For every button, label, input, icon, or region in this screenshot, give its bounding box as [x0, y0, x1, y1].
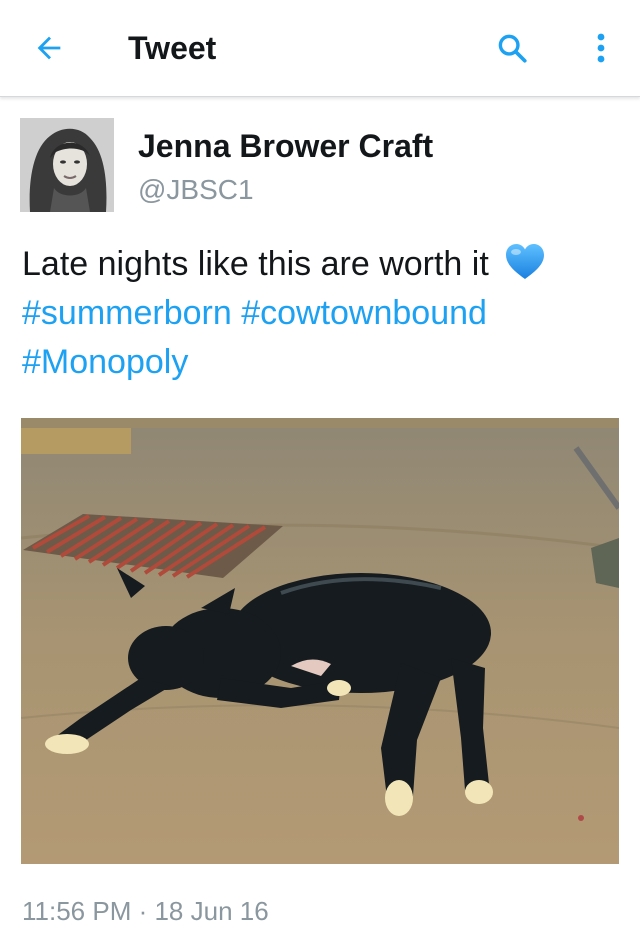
calf-photo-illustration — [21, 418, 619, 864]
hashtag-link[interactable]: #Monopoly — [22, 343, 188, 381]
tweet-body: Late nights like this are worth it — [22, 245, 489, 283]
more-options-button[interactable] — [584, 26, 618, 70]
hashtag-link[interactable]: #summerborn — [22, 294, 232, 332]
profile-photo — [20, 118, 114, 212]
overflow-menu-icon — [597, 33, 605, 63]
author-handle[interactable]: @JBSC1 — [138, 172, 254, 208]
arrow-left-icon — [37, 36, 61, 60]
search-button[interactable] — [490, 26, 534, 70]
tweet-text: Late nights like this are worth it #summ… — [22, 240, 622, 387]
hashtag-link[interactable]: #cowtownbound — [241, 294, 487, 332]
page-title: Tweet — [128, 30, 217, 66]
avatar[interactable] — [20, 118, 114, 212]
search-icon — [498, 34, 527, 63]
author-name[interactable]: Jenna Brower Craft — [138, 126, 433, 166]
blue-heart-icon — [506, 244, 545, 279]
app-bar: Tweet — [0, 0, 640, 97]
tweet-photo[interactable] — [21, 418, 619, 864]
tweet-timestamp: 11:56 PM · 18 Jun 16 — [22, 896, 269, 926]
back-button[interactable] — [28, 28, 70, 68]
